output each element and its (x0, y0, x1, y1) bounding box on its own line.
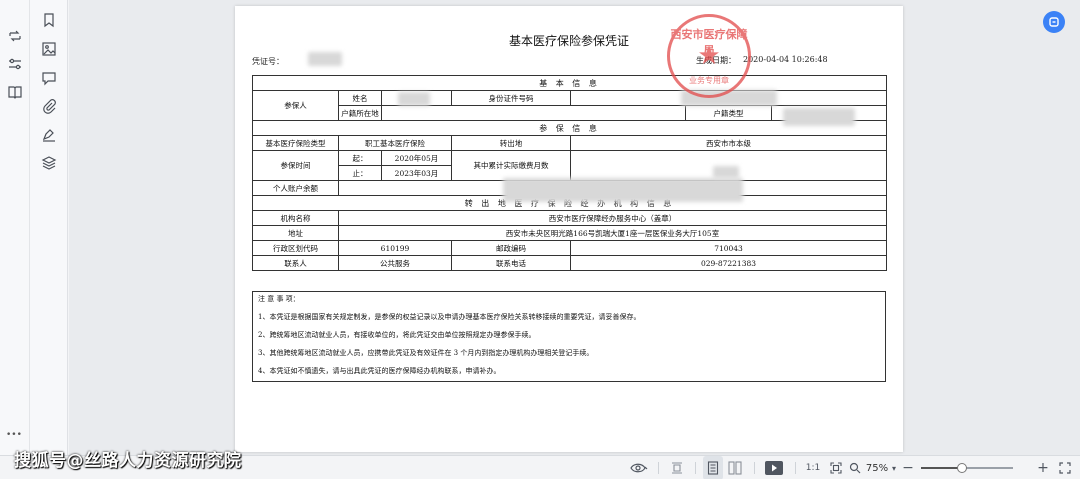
transfer-out-label: 转出地 (451, 135, 571, 151)
postal-code: 710043 (569, 240, 888, 256)
page-title: 基本医疗保险参保凭证 (508, 34, 629, 48)
postal-label: 邮政编码 (451, 240, 571, 256)
insurance-form-table: 基 本 信 息 参保人 姓名 身份证件号码 户籍所在地 户籍类型 参 保 信 息… (251, 75, 888, 271)
fullscreen-button[interactable] (1056, 456, 1074, 479)
contact-label: 联系人 (252, 255, 339, 271)
attachment-icon[interactable] (41, 98, 57, 114)
note-item: 1、本凭证是根据国家有关规定制发，是参保的权益记录以及申请办理基本医疗保险关系转… (258, 313, 641, 321)
contact-value: 公共服务 (338, 255, 452, 271)
redacted-months (713, 166, 739, 178)
phone-label: 联系电话 (451, 255, 571, 271)
play-icon (765, 461, 783, 475)
eye-icon (630, 463, 648, 473)
official-stamp: 西安市医疗保障局 ★ 业务专用章 (667, 14, 751, 98)
note-item: 3、其他跨统筹地区流动就业人员，应携带此凭证及有效证件在 3 个月内到指定办理机… (258, 349, 594, 357)
phone-value: 029-87221383 (569, 255, 888, 271)
page-scroll-icon (672, 462, 682, 474)
redacted-cert-no (308, 52, 342, 66)
assistant-button[interactable] (1043, 11, 1065, 33)
zoom-out-button[interactable]: − (901, 456, 915, 479)
name-label: 姓名 (338, 90, 382, 106)
zoom-icon-button[interactable] (847, 456, 863, 479)
two-page-icon (728, 461, 742, 475)
notes-title: 注 意 事 项： (258, 295, 300, 303)
image-icon[interactable] (41, 41, 57, 57)
watermark-text: 搜狐号@丝路人力资源研究院 (14, 451, 242, 471)
zoom-slider-knob[interactable] (957, 463, 967, 473)
adjust-icon[interactable] (7, 56, 23, 72)
transfer-out: 西安市市本级 (569, 135, 888, 151)
address-value: 西安市未央区明光路166号凯瑞大厦1座一层医保业务大厅105室 (337, 225, 888, 241)
redacted-balance (503, 178, 743, 202)
print-date: 2020-04-04 10:26:48 (743, 55, 828, 64)
comment-icon[interactable] (41, 70, 57, 86)
reading-mode-icon[interactable] (7, 84, 23, 100)
id-label: 身份证件号码 (451, 90, 571, 106)
zoom-level[interactable]: 75% (864, 456, 890, 479)
section-basic-info: 基 本 信 息 (251, 75, 888, 91)
assistant-icon (1049, 17, 1059, 27)
play-button[interactable] (762, 456, 786, 479)
zoom-slider[interactable] (921, 463, 1013, 473)
agency-name-label: 机构名称 (252, 210, 339, 226)
household-value (381, 105, 686, 121)
continuous-page-icon (707, 461, 719, 475)
personal-balance-label: 个人账户余额 (252, 180, 339, 196)
zoom-dropdown-icon[interactable]: ▾ (889, 456, 899, 479)
division-code-label: 行政区划代码 (252, 240, 339, 256)
fit-page-icon (830, 462, 842, 474)
left-tool-rail: ••• (0, 0, 30, 455)
more-icon[interactable]: ••• (6, 430, 22, 440)
document-page: 基本医疗保险参保凭证 凭证号： 生成日期： 2020-04-04 10:26:4… (235, 6, 903, 452)
single-page-button[interactable] (666, 456, 688, 479)
paid-months-label: 其中累计实际缴费月数 (451, 150, 571, 181)
layers-icon[interactable] (41, 155, 57, 171)
notes-box: 注 意 事 项： 1、本凭证是根据国家有关规定制发，是参保的权益记录以及申请办理… (252, 291, 886, 382)
bookmark-icon[interactable] (41, 12, 57, 28)
fullscreen-icon (1059, 462, 1071, 474)
continuous-view-button[interactable] (703, 456, 723, 479)
note-item: 2、跨统筹地区流动就业人员，有接收单位的，将此凭证交由单位按照规定办理参保手续。 (258, 331, 536, 339)
zoom-icon (849, 462, 861, 474)
household-label: 户籍所在地 (338, 105, 382, 121)
zoom-slider-fill (921, 467, 962, 469)
redacted-name (398, 92, 430, 106)
household-type-label: 户籍类型 (685, 105, 772, 121)
two-page-button[interactable] (725, 456, 745, 479)
fit-page-button[interactable] (826, 456, 846, 479)
insurance-type-label: 基本医疗保险类型 (252, 135, 339, 151)
panel-rail (30, 0, 68, 455)
address-label: 地址 (252, 225, 339, 241)
stamp-bottom-text: 业务专用章 (689, 76, 729, 85)
start-value: 2020年05月 (381, 150, 452, 166)
convert-icon[interactable] (7, 28, 23, 44)
division-code: 610199 (338, 240, 452, 256)
actual-size-button[interactable]: 1:1 (803, 456, 823, 479)
cert-no-label: 凭证号： (252, 57, 284, 66)
insured-label: 参保人 (252, 90, 339, 121)
zoom-in-button[interactable]: + (1036, 456, 1050, 479)
agency-name: 西安市医疗保障经办服务中心（盖章） (337, 210, 888, 226)
sign-icon[interactable] (41, 127, 57, 143)
end-value: 2023年03月 (381, 165, 452, 181)
star-icon: ★ (697, 41, 721, 71)
eye-protection-button[interactable] (626, 456, 652, 479)
insurance-type: 职工基本医疗保险 (338, 135, 452, 151)
end-label: 止： (338, 165, 382, 181)
redacted-household-type (783, 108, 855, 126)
note-item: 4、本凭证如不慎遗失，请与出具此凭证的医疗保障经办机构联系，申请补办。 (258, 367, 501, 375)
start-label: 起： (338, 150, 382, 166)
period-label: 参保时间 (252, 150, 339, 181)
